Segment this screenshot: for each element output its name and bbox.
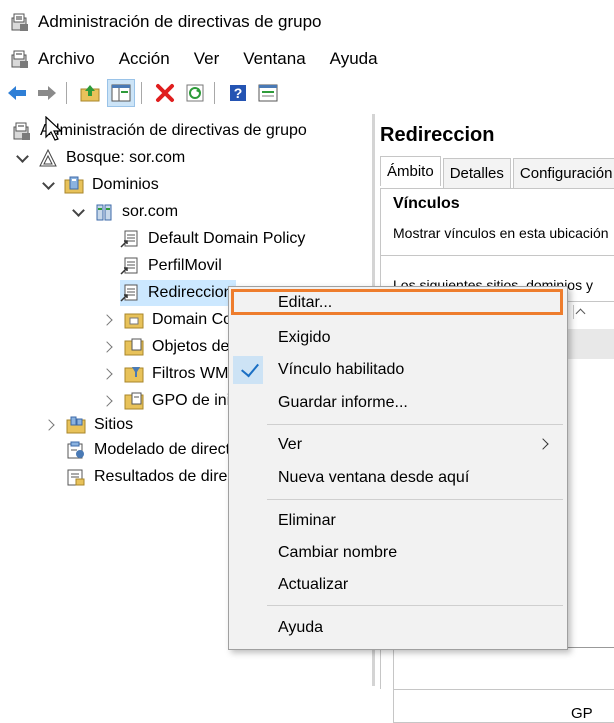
gpo-folder-icon — [124, 337, 144, 357]
tab-detalles[interactable]: Detalles — [442, 158, 511, 188]
chevron-right-icon[interactable] — [102, 313, 116, 327]
results-icon — [66, 467, 86, 487]
tree-item-label: PerfilMovil — [148, 257, 222, 274]
links-location-label: Mostrar vínculos en esta ubicación — [393, 225, 609, 241]
gpo-link-icon — [120, 256, 140, 276]
window-title: Administración de directivas de grupo — [38, 12, 322, 31]
chevron-right-icon[interactable] — [102, 394, 116, 408]
tree-item-perfilmovil[interactable]: PerfilMovil — [120, 253, 222, 279]
tree-domains[interactable]: Dominios — [42, 172, 159, 198]
back-arrow-icon[interactable] — [4, 80, 30, 106]
tree-item-default-domain-policy[interactable]: Default Domain Policy — [120, 226, 305, 252]
menu-accion[interactable]: Acción — [119, 49, 170, 69]
divider — [393, 689, 614, 690]
folder-up-icon[interactable] — [77, 80, 103, 106]
delete-icon[interactable] — [152, 80, 178, 106]
forest-icon — [38, 148, 58, 168]
tree-forest-label: Bosque: sor.com — [66, 149, 186, 166]
menu-separator — [267, 424, 563, 425]
menu-item-ver[interactable]: Ver — [229, 431, 567, 459]
properties-icon[interactable] — [255, 80, 281, 106]
title-bar: Administración de directivas de grupo — [0, 0, 614, 44]
menu-item-guardar-informe[interactable]: Guardar informe... — [229, 389, 567, 417]
chevron-down-icon[interactable] — [72, 205, 86, 219]
menu-item-nueva-ventana[interactable]: Nueva ventana desde aquí — [229, 464, 567, 492]
tree-item-label: Default Domain Policy — [148, 230, 306, 247]
menu-item-cambiar-nombre[interactable]: Cambiar nombre — [229, 539, 567, 567]
tree-domain-label: sor.com — [122, 203, 179, 220]
gpo-column-text: GP — [571, 705, 593, 722]
refresh-icon[interactable] — [182, 80, 208, 106]
gpo-link-icon — [120, 283, 140, 303]
sites-icon — [66, 415, 86, 435]
domains-folder-icon — [64, 175, 84, 195]
gpmc-app-icon — [10, 12, 30, 32]
gpo-link-icon — [120, 229, 140, 249]
context-menu: Editar... Exigido Vínculo habilitado Gua… — [228, 286, 568, 650]
menu-item-vinculo-habilitado[interactable]: Vínculo habilitado — [229, 356, 567, 384]
toolbar-separator — [141, 82, 142, 104]
tree-forest[interactable]: Bosque: sor.com — [16, 145, 185, 171]
show-hide-tree-icon[interactable] — [107, 79, 135, 107]
tree-item-filtros-wmi[interactable]: Filtros WMI — [102, 361, 233, 387]
wmi-folder-icon — [124, 364, 144, 384]
menu-archivo[interactable]: Archivo — [38, 49, 95, 69]
menu-item-exigido[interactable]: Exigido — [229, 324, 567, 352]
tree-item-label: Filtros WMI — [152, 365, 233, 382]
tree-item-label: Redireccion — [148, 284, 233, 301]
ou-folder-icon — [124, 310, 144, 330]
tree-item-redireccion[interactable]: Redireccion — [120, 280, 237, 306]
chevron-down-icon[interactable] — [42, 178, 56, 192]
toolbar: ? — [0, 76, 614, 110]
tree-domains-label: Dominios — [92, 176, 159, 193]
menu-separator — [267, 605, 563, 606]
tree-sites[interactable]: Sitios — [44, 412, 133, 438]
tree-root-label: Administración de directivas de grupo — [40, 122, 307, 139]
chevron-right-icon[interactable] — [102, 340, 116, 354]
domain-icon — [94, 202, 114, 222]
help-icon[interactable]: ? — [225, 80, 251, 106]
tab-configuracion[interactable]: Configuración — [512, 158, 614, 188]
tree-domain[interactable]: sor.com — [72, 199, 178, 225]
menu-item-actualizar[interactable]: Actualizar — [229, 571, 567, 599]
menu-separator — [267, 499, 563, 500]
divider — [381, 255, 614, 256]
mouse-cursor-icon — [45, 116, 63, 141]
modeling-icon — [66, 440, 86, 460]
links-heading: Vínculos — [393, 195, 460, 212]
scroll-up-icon[interactable] — [573, 305, 588, 319]
details-tabs: Ámbito Detalles Configuración — [380, 156, 614, 188]
menu-bar: Archivo Acción Ver Ventana Ayuda — [0, 44, 614, 74]
starter-gpo-folder-icon — [124, 391, 144, 411]
chevron-right-icon[interactable] — [44, 418, 58, 432]
gpmc-menu-icon[interactable] — [10, 49, 30, 69]
forward-arrow-icon[interactable] — [34, 80, 60, 106]
menu-item-ayuda[interactable]: Ayuda — [229, 614, 567, 642]
gpmc-root-icon — [12, 121, 32, 141]
toolbar-separator — [214, 82, 215, 104]
chevron-right-icon[interactable] — [102, 367, 116, 381]
menu-item-eliminar[interactable]: Eliminar — [229, 507, 567, 535]
menu-ver[interactable]: Ver — [194, 49, 220, 69]
tab-ambito[interactable]: Ámbito — [380, 156, 441, 186]
submenu-arrow-icon — [537, 438, 549, 450]
tree-sites-label: Sitios — [94, 416, 134, 433]
menu-item-editar[interactable]: Editar... — [229, 289, 567, 317]
toolbar-separator — [66, 82, 67, 104]
help-glyph: ? — [234, 85, 243, 101]
menu-ventana[interactable]: Ventana — [243, 49, 305, 69]
details-title: Redireccion — [380, 124, 495, 146]
chevron-down-icon[interactable] — [16, 151, 30, 165]
menu-ayuda[interactable]: Ayuda — [330, 49, 378, 69]
